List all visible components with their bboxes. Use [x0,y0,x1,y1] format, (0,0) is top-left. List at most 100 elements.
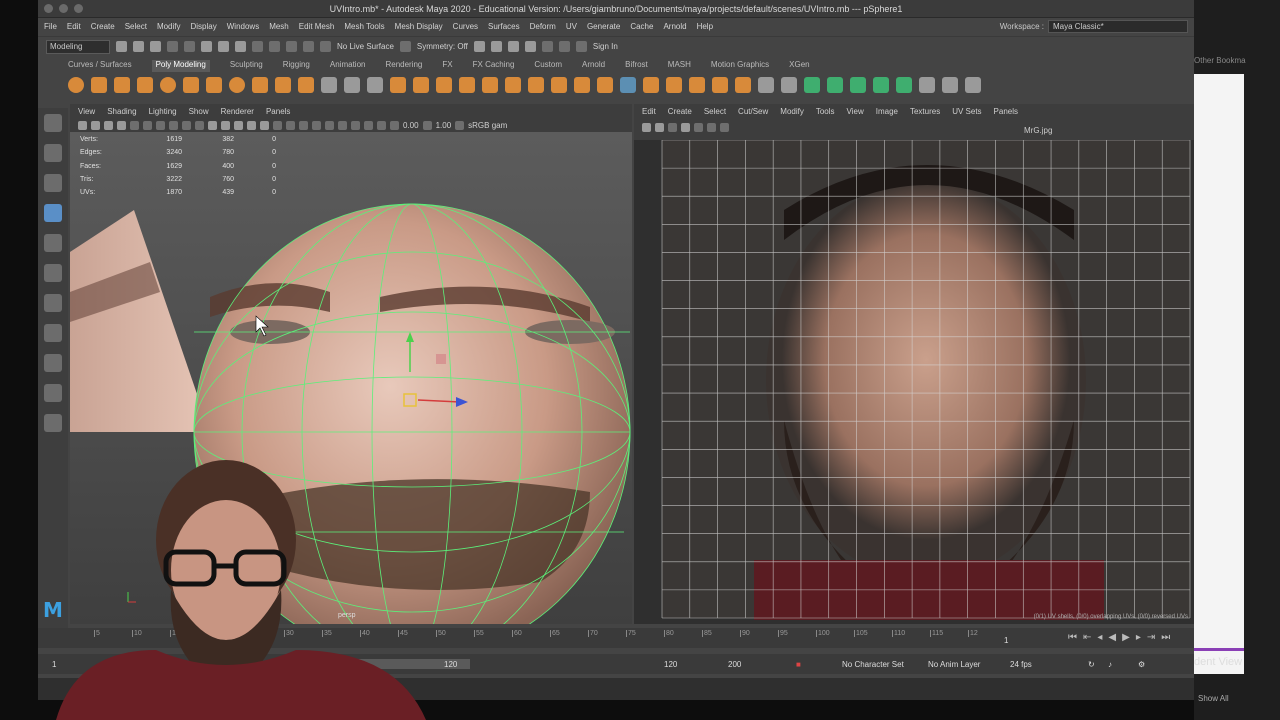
last-tool-icon[interactable] [44,294,62,312]
menu-curves[interactable]: Curves [453,22,478,31]
workspace-dropdown[interactable]: Maya Classic* [1048,20,1188,33]
select-component-icon[interactable] [235,41,246,52]
shelf-tab-mash[interactable]: MASH [668,60,691,72]
play-forward-icon[interactable]: ▶ [1122,632,1130,643]
rotate-tool-icon[interactable] [44,234,62,252]
viewport-menu-panels[interactable]: Panels [266,107,290,116]
arnold-render-icon[interactable] [541,41,553,52]
render-frame-icon[interactable] [490,41,502,52]
motion-blur-icon[interactable] [299,120,308,130]
uv-checker-icon[interactable] [681,122,690,132]
shadows-icon[interactable] [273,120,282,130]
mirror-icon[interactable] [436,77,452,93]
textured-cone[interactable] [70,210,210,432]
smooth-shade-icon[interactable] [221,120,230,130]
uv-menu-panels[interactable]: Panels [994,107,1018,116]
lasso-tool-icon[interactable] [44,144,62,162]
uv-menu-edit[interactable]: Edit [642,107,656,116]
viewport-menu-view[interactable]: View [78,107,95,116]
xray-components-icon[interactable] [377,120,386,130]
delete-edge-icon[interactable] [758,77,774,93]
cut-uv-icon[interactable] [919,77,935,93]
shelf-tab-rendering[interactable]: Rendering [385,60,422,72]
circularize-icon[interactable] [712,77,728,93]
shelf-tab-motion-graphics[interactable]: Motion Graphics [711,60,769,72]
viewport-menu-renderer[interactable]: Renderer [221,107,254,116]
texture-file-name[interactable]: MrG.jpg [1024,126,1052,135]
poly-disc-icon[interactable] [206,77,222,93]
use-all-lights-icon[interactable] [260,120,269,130]
xray-icon[interactable] [351,120,360,130]
persp-outliner-layout-icon[interactable] [44,384,62,402]
shelf-tab-poly-modeling[interactable]: Poly Modeling [151,60,210,72]
student-view-button[interactable]: dent View [1194,656,1242,668]
color-space-field[interactable]: sRGB gam [468,121,507,130]
four-view-layout-icon[interactable] [44,354,62,372]
uv-select-icon[interactable] [642,122,651,132]
safe-action-icon[interactable] [195,120,204,130]
step-back-key-icon[interactable]: ⇤ [1083,632,1091,643]
poly-sphere-icon[interactable] [68,77,84,93]
uv-menu-modify[interactable]: Modify [780,107,804,116]
shelf-tab-xgen[interactable]: XGen [789,60,809,72]
insert-loop-icon[interactable] [666,77,682,93]
scale-tool-icon[interactable] [44,264,62,282]
shelf-tab-arnold[interactable]: Arnold [582,60,605,72]
symmetry-dropdown[interactable]: Symmetry: Off [417,42,468,51]
uv-menu-select[interactable]: Select [704,107,726,116]
color-management-icon[interactable] [455,120,465,130]
uv-image-display-icon[interactable] [694,122,703,132]
save-scene-icon[interactable] [150,41,161,52]
shelf-tab-curves-surfaces[interactable]: Curves / Surfaces [68,60,132,72]
go-to-start-icon[interactable]: ⏮ [1068,632,1077,643]
redo-icon[interactable] [184,41,195,52]
collapse-icon[interactable] [735,77,751,93]
poly-plane-icon[interactable] [183,77,199,93]
svg-icon[interactable] [298,77,314,93]
uv-menu-cut-sew[interactable]: Cut/Sew [738,107,768,116]
pause-icon[interactable] [558,41,570,52]
uv-shell-icon[interactable] [655,122,664,132]
shelf-tab-custom[interactable]: Custom [534,60,562,72]
fps-dropdown[interactable]: 24 fps [1010,660,1032,669]
menu-cache[interactable]: Cache [630,22,653,31]
poly-star-icon[interactable] [252,77,268,93]
step-forward-frame-icon[interactable]: ▸ [1136,632,1141,643]
menu-windows[interactable]: Windows [227,22,259,31]
multi-cut-icon[interactable] [620,77,636,93]
viewport-menu-show[interactable]: Show [189,107,209,116]
menu-surfaces[interactable]: Surfaces [488,22,520,31]
uv-menu-create[interactable]: Create [668,107,692,116]
live-surface-label[interactable]: No Live Surface [337,42,394,51]
combine-icon[interactable] [344,77,360,93]
go-to-end-icon[interactable]: ⏭ [1161,632,1170,643]
wireframe-on-shaded-icon[interactable] [234,120,243,130]
step-back-frame-icon[interactable]: ◂ [1097,632,1102,643]
separate-icon[interactable] [367,77,383,93]
shelf-tab-rigging[interactable]: Rigging [283,60,310,72]
render-settings-icon[interactable] [524,41,536,52]
bridge-icon[interactable] [482,77,498,93]
target-weld-icon[interactable] [597,77,613,93]
menu-create[interactable]: Create [91,22,115,31]
sew-uv-icon[interactable] [942,77,958,93]
menu-uv[interactable]: UV [566,22,577,31]
gamma-field[interactable]: 1.00 [436,121,452,130]
slide-edge-icon[interactable] [781,77,797,93]
playback-end-field[interactable]: 120 [664,660,677,669]
offset-loop-icon[interactable] [689,77,705,93]
preferences-icon[interactable]: ⚙ [1138,660,1145,669]
paint-select-tool-icon[interactable] [44,174,62,192]
select-tool-icon[interactable] [44,114,62,132]
outliner-icon[interactable] [44,414,62,432]
uv-menu-uv-sets[interactable]: UV Sets [952,107,981,116]
uv-menu-image[interactable]: Image [876,107,898,116]
menu-edit[interactable]: Edit [67,22,81,31]
shelf-tab-animation[interactable]: Animation [330,60,366,72]
cylindrical-map-icon[interactable] [827,77,843,93]
delete-history-icon[interactable] [965,77,981,93]
new-scene-icon[interactable] [116,41,127,52]
shelf-tab-fx-caching[interactable]: FX Caching [473,60,515,72]
menu-arnold[interactable]: Arnold [663,22,686,31]
render-view-icon[interactable] [473,41,485,52]
